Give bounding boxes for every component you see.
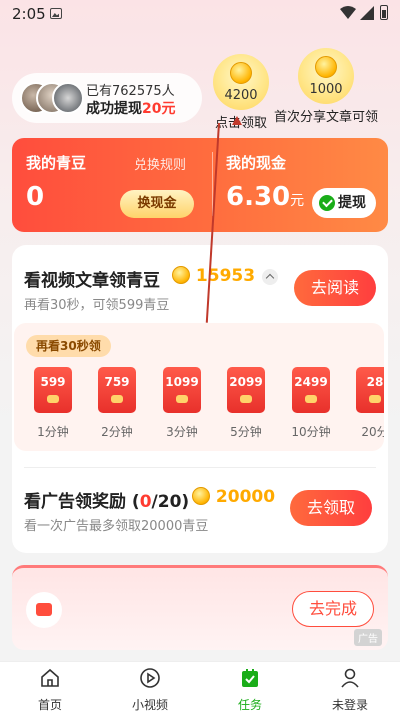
chevron-up-icon[interactable] bbox=[262, 269, 278, 285]
coin-badge: 1000 bbox=[298, 48, 354, 104]
coin-badge: 4200 bbox=[213, 54, 269, 110]
video-task-title: 看视频文章领青豆 bbox=[24, 271, 160, 291]
reward-duration: 20分 bbox=[361, 425, 384, 439]
wechat-icon bbox=[319, 195, 335, 211]
video-task-coin-count: 15953 bbox=[195, 266, 256, 286]
ad-title-suffix: /20) bbox=[151, 492, 190, 512]
tab-home[interactable]: 首页 bbox=[10, 667, 90, 711]
image-notification-icon bbox=[50, 8, 62, 19]
ad-task-title: 看广告领奖励 (0/20) bbox=[24, 487, 189, 512]
coin-icon bbox=[172, 266, 190, 284]
share-coin-bubble[interactable]: 1000 首次分享文章可领 bbox=[274, 48, 378, 125]
reward-step[interactable]: 759 2分钟 bbox=[94, 367, 140, 440]
video-task-subtitle: 再看30秒，可领599青豆 bbox=[24, 298, 170, 313]
withdraw-button[interactable]: 提现 bbox=[312, 188, 376, 218]
reward-amount: 599 bbox=[40, 375, 66, 389]
tab-home-label: 首页 bbox=[37, 698, 62, 711]
red-envelope-icon: 28 bbox=[356, 367, 384, 413]
withdraw-user-count: 已有762575人 bbox=[86, 84, 175, 99]
reward-duration: 10分钟 bbox=[291, 425, 331, 439]
reward-step[interactable]: 599 1分钟 bbox=[30, 367, 76, 440]
claim-coin-value: 4200 bbox=[224, 88, 258, 103]
coin-icon bbox=[230, 62, 252, 84]
reward-amount: 2099 bbox=[229, 375, 263, 389]
cash-value: 6.30元 bbox=[226, 182, 304, 212]
red-envelope-icon bbox=[26, 592, 62, 628]
red-envelope-icon: 1099 bbox=[163, 367, 201, 413]
reward-duration: 5分钟 bbox=[230, 425, 262, 439]
coin-icon bbox=[315, 56, 337, 78]
cash-amount: 6.30 bbox=[226, 182, 291, 212]
video-task-coins: 15953 bbox=[172, 266, 255, 286]
withdraw-success-text: 成功提现20元 bbox=[86, 98, 175, 118]
claim-button[interactable]: 去领取 bbox=[290, 490, 372, 526]
reward-step[interactable]: 2499 10分钟 bbox=[288, 367, 334, 440]
cash-title: 我的现金 bbox=[226, 154, 287, 172]
reward-duration: 1分钟 bbox=[37, 425, 69, 439]
coin-icon bbox=[192, 487, 210, 505]
beans-title: 我的青豆 bbox=[26, 154, 87, 172]
task-card: 看视频文章领青豆 15953 再看30秒，可领599青豆 去阅读 再看30秒领 … bbox=[12, 245, 388, 553]
reward-amount: 759 bbox=[104, 375, 130, 389]
tab-profile-label: 未登录 bbox=[331, 698, 368, 711]
reward-amount: 2499 bbox=[294, 375, 328, 389]
wifi-icon bbox=[340, 6, 356, 19]
ad-tag: 广告 bbox=[354, 629, 382, 646]
reward-step[interactable]: 28 20分 bbox=[352, 367, 384, 440]
status-bar: 2:05 bbox=[0, 0, 400, 28]
ad-title-prefix: 看广告领奖励 ( bbox=[24, 492, 140, 512]
tab-short-video[interactable]: 小视频 bbox=[110, 667, 190, 711]
red-envelope-icon: 599 bbox=[34, 367, 72, 413]
red-envelope-icon: 759 bbox=[98, 367, 136, 413]
reward-duration: 3分钟 bbox=[166, 425, 198, 439]
read-button[interactable]: 去阅读 bbox=[294, 270, 376, 306]
signal-icon bbox=[360, 6, 374, 20]
divider bbox=[24, 467, 376, 468]
complete-button[interactable]: 去完成 bbox=[292, 591, 374, 627]
reward-duration: 2分钟 bbox=[101, 425, 133, 439]
reward-amount: 1099 bbox=[165, 375, 199, 389]
tab-tasks[interactable]: 任务 bbox=[210, 667, 290, 711]
cash-unit: 元 bbox=[290, 193, 305, 209]
home-icon bbox=[41, 668, 59, 687]
avatar bbox=[52, 82, 84, 114]
tab-profile[interactable]: 未登录 bbox=[310, 667, 390, 711]
reward-timeline: 再看30秒领 599 1分钟 759 2分钟 1099 3分钟 2099 5分钟… bbox=[14, 323, 384, 451]
withdraw-label: 提现 bbox=[338, 195, 366, 211]
red-envelope-icon: 2099 bbox=[227, 367, 265, 413]
share-coin-value: 1000 bbox=[309, 82, 343, 97]
reward-amount: 28 bbox=[366, 375, 384, 389]
annotation-arrowhead bbox=[232, 116, 242, 125]
withdraw-stats-pill: 已有762575人 成功提现20元 bbox=[12, 73, 202, 123]
reward-step[interactable]: 1099 3分钟 bbox=[159, 367, 205, 440]
exchange-rules-link[interactable]: 兑换规则 bbox=[134, 154, 186, 173]
again-tag: 再看30秒领 bbox=[26, 335, 111, 357]
beans-value: 0 bbox=[26, 182, 45, 212]
reward-step[interactable]: 2099 5分钟 bbox=[223, 367, 269, 440]
ad-done-count: 0 bbox=[139, 492, 152, 512]
play-icon bbox=[140, 668, 160, 688]
task-icon bbox=[242, 669, 258, 687]
balance-card: 我的青豆 兑换规则 0 换现金 我的现金 6.30元 提现 bbox=[12, 138, 388, 232]
ad-task-coins: 20000 bbox=[192, 487, 275, 507]
withdraw-amount: 20元 bbox=[142, 101, 176, 117]
user-icon bbox=[341, 668, 359, 688]
tab-tasks-label: 任务 bbox=[237, 698, 262, 711]
withdraw-prefix: 成功提现 bbox=[86, 101, 142, 117]
ad-task-subtitle: 看一次广告最多领取20000青豆 bbox=[24, 519, 209, 534]
battery-icon bbox=[380, 5, 388, 20]
exchange-cash-button[interactable]: 换现金 bbox=[120, 190, 194, 218]
tab-short-video-label: 小视频 bbox=[131, 698, 168, 711]
share-coin-label: 首次分享文章可领 bbox=[274, 110, 379, 125]
status-time: 2:05 bbox=[12, 5, 46, 23]
promo-card: 去完成 广告 bbox=[12, 565, 388, 650]
ad-task-coin-count: 20000 bbox=[215, 487, 276, 507]
red-envelope-icon: 2499 bbox=[292, 367, 330, 413]
bottom-nav: 首页 小视频 任务 未登录 bbox=[0, 661, 400, 711]
